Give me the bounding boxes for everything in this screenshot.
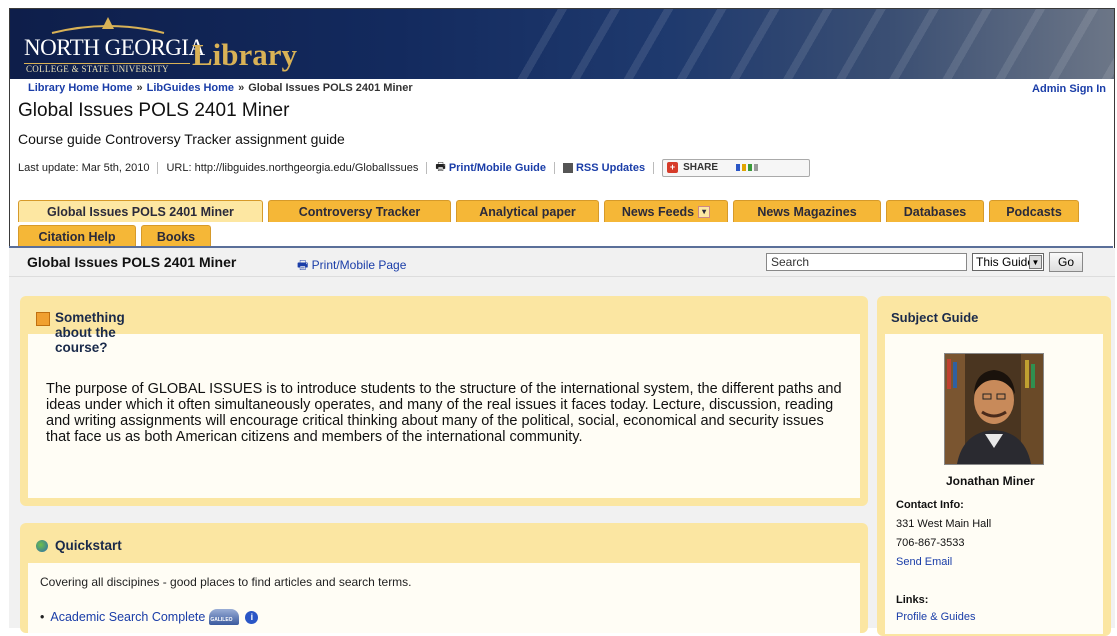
guide-meta-bar: Last update: Mar 5th, 2010 URL: http://l…	[18, 158, 811, 177]
site-banner: NORTH GEORGIA COLLEGE & STATE UNIVERSITY…	[10, 9, 1114, 79]
guide-url: URL: http://libguides.northgeorgia.edu/G…	[166, 161, 419, 174]
divider	[653, 161, 655, 174]
subject-guide-heading: Subject Guide	[891, 310, 979, 325]
breadcrumb-libguides-home[interactable]: LibGuides Home	[147, 82, 234, 94]
tab-analytical-paper[interactable]: Analytical paper	[456, 200, 599, 222]
tab-podcasts[interactable]: Podcasts	[989, 200, 1079, 222]
breadcrumb-library-home[interactable]: Library Home Home	[28, 82, 133, 94]
links-label: Links:	[896, 594, 929, 606]
galileo-badge: GALILEO	[209, 609, 240, 625]
divider	[157, 161, 159, 174]
tab-label: Global Issues POLS 2401 Miner	[47, 204, 234, 219]
share-plus-icon: +	[667, 162, 679, 173]
chevron-down-icon: ▼	[1029, 255, 1042, 269]
tab-label: News Feeds	[621, 204, 695, 219]
tab-label: Books	[156, 229, 196, 244]
share-service-icons	[736, 164, 759, 171]
print-page-link[interactable]: 🖶 Print/Mobile Page	[297, 256, 406, 277]
tab-label: Databases	[903, 204, 967, 219]
guide-description: Course guide Controversy Tracker assignm…	[18, 131, 345, 147]
breadcrumb-separator: »	[136, 82, 143, 94]
print-icon: 🖶	[435, 161, 446, 173]
bullet: •	[40, 610, 45, 624]
profile-photo	[944, 353, 1044, 465]
academic-search-complete-link[interactable]: Academic Search Complete	[50, 610, 205, 624]
search-input[interactable]	[766, 253, 967, 271]
share-label: SHARE	[683, 162, 719, 173]
tab-label: Analytical paper	[479, 204, 576, 219]
logo-name: NORTH GEORGIA	[24, 35, 205, 60]
course-box-heading: Something about the course?	[55, 310, 125, 355]
tab-news-feeds[interactable]: News Feeds ▾	[604, 200, 728, 222]
tab-news-magazines[interactable]: News Magazines	[733, 200, 881, 222]
logo-subtitle: COLLEGE & STATE UNIVERSITY	[26, 64, 169, 74]
print-page-label: Print/Mobile Page	[311, 258, 407, 272]
contact-address: 331 West Main Hall	[896, 518, 992, 530]
quickstart-heading: Quickstart	[55, 538, 122, 553]
chevron-down-icon: ▾	[698, 205, 711, 218]
tab-global-issues[interactable]: Global Issues POLS 2401 Miner	[18, 200, 263, 222]
tab-label: Podcasts	[1006, 204, 1062, 219]
page-title: Global Issues POLS 2401 Miner	[18, 100, 290, 121]
tab-label: News Magazines	[757, 204, 857, 219]
go-button[interactable]: Go	[1049, 252, 1083, 272]
library-wordmark: Library	[192, 37, 298, 72]
page-toolbar: Global Issues POLS 2401 Miner 🖶 Print/Mo…	[9, 248, 1115, 277]
tab-books[interactable]: Books	[141, 225, 211, 247]
print-guide-link[interactable]: Print/Mobile Guide	[449, 162, 546, 174]
profile-guides-link[interactable]: Profile & Guides	[896, 611, 975, 623]
breadcrumb-bar: Library Home Home» LibGuides Home» Global …	[10, 79, 1114, 99]
tab-label: Citation Help	[38, 229, 116, 244]
course-description: The purpose of GLOBAL ISSUES is to intro…	[46, 381, 842, 445]
divider	[553, 161, 555, 174]
page-subtitle: Global Issues POLS 2401 Miner	[27, 254, 237, 270]
subject-guide-box	[877, 296, 1111, 636]
tab-controversy-tracker[interactable]: Controversy Tracker	[268, 200, 451, 222]
divider	[426, 161, 428, 174]
galileo-badge-label: GALILEO	[210, 617, 233, 623]
breadcrumb: Library Home Home» LibGuides Home» Global …	[28, 82, 413, 94]
breadcrumb-separator: »	[238, 82, 245, 94]
quickstart-intro: Covering all discipines - good places to…	[40, 575, 412, 589]
rss-icon	[562, 162, 573, 173]
last-update: Last update: Mar 5th, 2010	[18, 161, 150, 174]
librarian-name: Jonathan Miner	[946, 474, 1035, 488]
tab-databases[interactable]: Databases	[886, 200, 984, 222]
share-button[interactable]: + SHARE	[662, 158, 811, 177]
contact-phone: 706-867-3533	[896, 537, 965, 549]
globe-icon	[36, 540, 48, 552]
tab-label: Controversy Tracker	[298, 204, 421, 219]
search-scope-select[interactable]: This Guide ▼	[972, 253, 1044, 271]
rss-icon	[36, 312, 50, 326]
send-email-link[interactable]: Send Email	[896, 556, 952, 568]
contact-info-label: Contact Info:	[896, 499, 964, 511]
admin-sign-in-link[interactable]: Admin Sign In	[1032, 83, 1106, 95]
print-icon: 🖶	[297, 258, 312, 272]
breadcrumb-current: Global Issues POLS 2401 Miner	[248, 82, 413, 94]
rss-updates-link[interactable]: RSS Updates	[576, 162, 645, 174]
tab-citation-help[interactable]: Citation Help	[18, 225, 136, 247]
profile-photo-art	[945, 354, 1043, 464]
info-icon[interactable]: i	[245, 610, 259, 624]
search-scope-value: This Guide	[976, 255, 1035, 269]
banner-decoration	[514, 9, 1114, 79]
list-item: • Academic Search Complete GALILEO i	[40, 609, 259, 625]
